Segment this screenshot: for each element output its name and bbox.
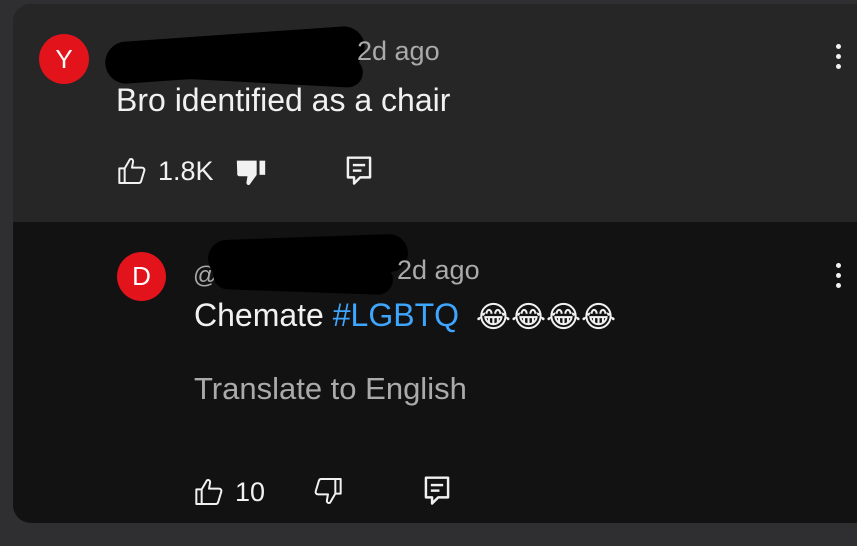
thumb-up-icon[interactable] (116, 155, 148, 187)
emoji-group: 😂😂😂😂 (475, 301, 617, 335)
parent-comment: Y 2d ago Bro identified as a chair 1.8K (13, 4, 857, 222)
reply-text: Chemate (194, 297, 324, 333)
comment-thread: Y 2d ago Bro identified as a chair 1.8K (13, 4, 857, 523)
like-count: 10 (235, 477, 266, 507)
like-count: 1.8K (158, 156, 214, 186)
thumb-down-icon[interactable] (234, 155, 268, 189)
translate-button[interactable]: Translate to English (194, 371, 467, 407)
avatar[interactable]: Y (39, 34, 89, 84)
reply-icon[interactable] (422, 474, 452, 506)
hashtag-link[interactable]: #LGBTQ (333, 297, 459, 333)
avatar-letter: D (132, 261, 151, 291)
redacted-username-stroke (212, 258, 394, 296)
thumb-down-icon[interactable] (312, 475, 344, 507)
reply-text-line: Chemate #LGBTQ 😂😂😂😂 (194, 297, 616, 335)
reply-icon[interactable] (344, 154, 374, 186)
more-options-button[interactable] (834, 44, 842, 69)
thumb-up-icon[interactable] (193, 476, 225, 508)
comment-text: Bro identified as a chair (116, 82, 451, 118)
reply-timestamp: 2d ago (397, 255, 480, 285)
more-options-button[interactable] (834, 263, 842, 288)
avatar-letter: Y (55, 43, 73, 74)
comment-timestamp: 2d ago (357, 36, 440, 66)
avatar[interactable]: D (117, 252, 166, 301)
